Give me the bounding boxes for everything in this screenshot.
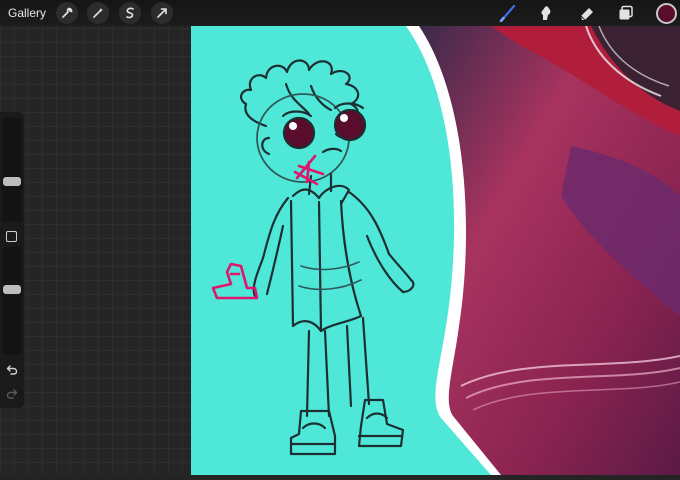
sketch-eye-right [333, 108, 367, 142]
actions-button[interactable] [56, 2, 78, 24]
brush-icon [499, 4, 516, 22]
undo-button[interactable] [4, 362, 20, 378]
magic-wand-icon [93, 8, 103, 18]
adjustments-button[interactable] [87, 2, 109, 24]
eraser-tool-button[interactable] [577, 3, 597, 23]
smudge-tool-button[interactable] [536, 3, 556, 23]
left-sidebar [0, 112, 24, 408]
drawing-canvas[interactable] [191, 25, 680, 475]
opacity-thumb[interactable] [3, 285, 21, 294]
undo-icon [6, 365, 18, 375]
brush-tool-button[interactable] [498, 3, 518, 23]
eraser-icon [580, 8, 593, 21]
selection-icon [126, 7, 134, 19]
opacity-slider[interactable] [2, 247, 22, 355]
gallery-button[interactable]: Gallery [8, 0, 46, 26]
transform-button[interactable] [151, 2, 173, 24]
modify-button[interactable] [6, 231, 17, 242]
smudge-icon [541, 6, 551, 20]
color-swatch[interactable] [656, 3, 677, 24]
brush-size-thumb[interactable] [3, 177, 21, 186]
redo-button[interactable] [4, 386, 20, 402]
brush-size-slider[interactable] [2, 118, 22, 222]
transform-arrow-icon [157, 8, 167, 18]
wrench-icon [62, 7, 73, 18]
selection-button[interactable] [119, 2, 141, 24]
layers-icon [619, 5, 633, 20]
redo-icon [6, 389, 18, 399]
layers-button[interactable] [616, 3, 636, 23]
top-toolbar: Gallery [0, 0, 680, 26]
sketch-eye-left [282, 116, 316, 150]
